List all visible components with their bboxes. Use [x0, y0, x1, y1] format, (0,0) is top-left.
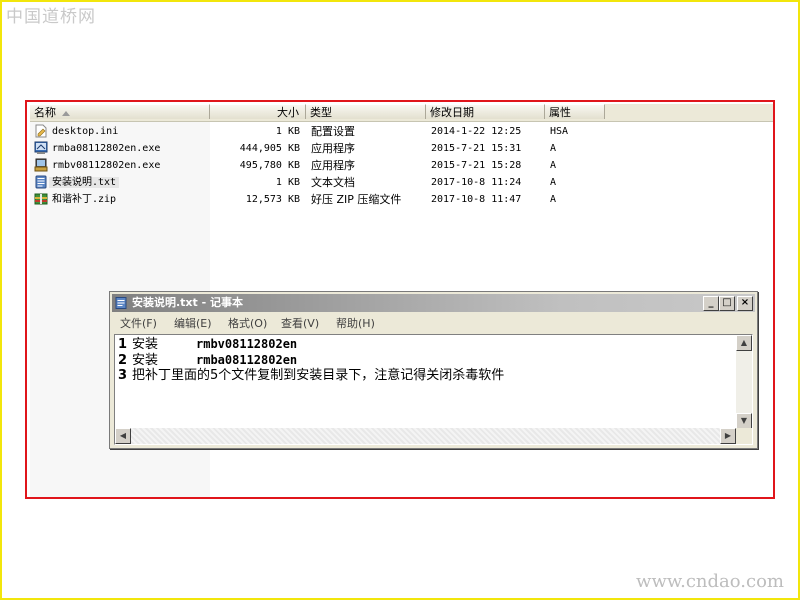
line-number: 3 [118, 368, 128, 383]
menu-format[interactable]: 格式(O) [228, 315, 267, 332]
file-type: 配置设置 [311, 125, 355, 138]
line-number: 1 [118, 337, 128, 352]
notepad-window[interactable]: 安装说明.txt - 记事本 _ □ × 文件(F) 编辑(E) 格式(O) 查… [109, 291, 758, 449]
scroll-up-icon[interactable]: ▲ [736, 335, 752, 351]
file-name: 和谐补丁.zip [52, 194, 117, 205]
close-button[interactable]: × [737, 296, 753, 311]
exe-setup-icon [34, 158, 48, 172]
horizontal-scrollbar[interactable]: ◀ ▶ [115, 428, 736, 444]
file-size: 444,905 KB [239, 143, 300, 154]
sort-ascending-icon [62, 110, 70, 116]
file-row[interactable]: rmba08112802en.exe 444,905 KB 应用程序 2015-… [30, 140, 773, 157]
file-modified: 2017-10-8 11:47 [431, 194, 522, 205]
line-number: 2 [118, 353, 128, 368]
scroll-left-icon[interactable]: ◀ [115, 428, 131, 444]
file-attributes: A [550, 177, 557, 188]
file-type: 文本文档 [311, 176, 355, 189]
scrollbar-corner [736, 428, 752, 444]
line-word: 安装 [132, 353, 159, 368]
scroll-down-icon[interactable]: ▼ [736, 413, 752, 429]
file-attributes: A [550, 143, 557, 154]
notepad-text-area[interactable]: 1 安装 rmbv08112802en 2 安装 rmba08112802en 3 把补丁… [114, 334, 753, 445]
line-text: 把补丁里面的5个文件复制到安装目录下，注意记得关闭杀毒软件 [132, 368, 505, 383]
file-size: 1 KB [275, 177, 300, 188]
file-attributes: A [550, 194, 557, 205]
watermark-top: 中国道桥网 [6, 7, 96, 27]
file-attributes: HSA [550, 126, 569, 137]
vertical-scrollbar[interactable]: ▲ ▼ [736, 335, 752, 429]
line-word: 安装 [132, 337, 159, 352]
file-size: 12,573 KB [245, 194, 300, 205]
text-file-icon [35, 175, 47, 189]
file-row[interactable]: 和谐补丁.zip 12,573 KB 好压 ZIP 压缩文件 2017-10-8… [30, 191, 773, 208]
notepad-title-bar[interactable]: 安装说明.txt - 记事本 _ □ × [112, 294, 755, 312]
file-row[interactable]: 安装说明.txt 1 KB 文本文档 2017-10-8 11:24 A [30, 174, 773, 191]
scroll-right-icon[interactable]: ▶ [720, 428, 736, 444]
column-header-name[interactable]: 名称 [30, 104, 210, 119]
exe-installer-icon [34, 141, 48, 154]
line-value: rmba08112802en [196, 353, 298, 367]
file-modified: 2014-1-22 12:25 [431, 126, 522, 137]
column-header-modified[interactable]: 修改日期 [426, 104, 545, 119]
minimize-button[interactable]: _ [703, 296, 719, 311]
menu-edit[interactable]: 编辑(E) [174, 315, 212, 332]
line-value: rmbv08112802en [196, 337, 298, 351]
column-header-size[interactable]: 大小 [210, 104, 306, 119]
file-name: 安装说明.txt [49, 174, 120, 191]
file-type: 好压 ZIP 压缩文件 [311, 193, 402, 206]
menu-file[interactable]: 文件(F) [120, 315, 157, 332]
file-type: 应用程序 [311, 142, 355, 155]
text-line: 1 安装 rmbv08112802en [118, 336, 297, 353]
ini-file-icon [35, 124, 47, 138]
file-size: 495,780 KB [239, 160, 300, 171]
file-row[interactable]: desktop.ini 1 KB 配置设置 2014-1-22 12:25 HS… [30, 123, 773, 140]
zip-archive-icon [34, 193, 48, 205]
file-attributes: A [550, 160, 557, 171]
file-type: 应用程序 [311, 159, 355, 172]
maximize-button[interactable]: □ [719, 296, 735, 311]
notepad-menu-bar: 文件(F) 编辑(E) 格式(O) 查看(V) 帮助(H) [112, 314, 755, 333]
file-modified: 2017-10-8 11:24 [431, 177, 522, 188]
text-line: 3 把补丁里面的5个文件复制到安装目录下，注意记得关闭杀毒软件 [118, 368, 504, 384]
file-size: 1 KB [275, 126, 300, 137]
file-name: desktop.ini [52, 126, 119, 137]
column-header-name-label: 名称 [34, 106, 56, 119]
selected-file-name: 安装说明.txt [49, 177, 120, 188]
watermark-bottom: www.cndao.com [636, 571, 784, 592]
menu-view[interactable]: 查看(V) [281, 315, 319, 332]
file-modified: 2015-7-21 15:31 [431, 143, 522, 154]
notepad-icon [115, 297, 127, 309]
file-row[interactable]: rmbv08112802en.exe 495,780 KB 应用程序 2015-… [30, 157, 773, 174]
notepad-title: 安装说明.txt - 记事本 [132, 296, 244, 309]
column-header-type[interactable]: 类型 [306, 104, 426, 119]
column-header-attributes[interactable]: 属性 [545, 104, 605, 119]
file-name: rmbv08112802en.exe [52, 160, 161, 171]
text-line: 2 安装 rmba08112802en [118, 352, 297, 369]
column-header-row: 名称 大小 类型 修改日期 属性 [30, 104, 773, 122]
menu-help[interactable]: 帮助(H) [336, 315, 375, 332]
file-modified: 2015-7-21 15:28 [431, 160, 522, 171]
file-name: rmba08112802en.exe [52, 143, 161, 154]
